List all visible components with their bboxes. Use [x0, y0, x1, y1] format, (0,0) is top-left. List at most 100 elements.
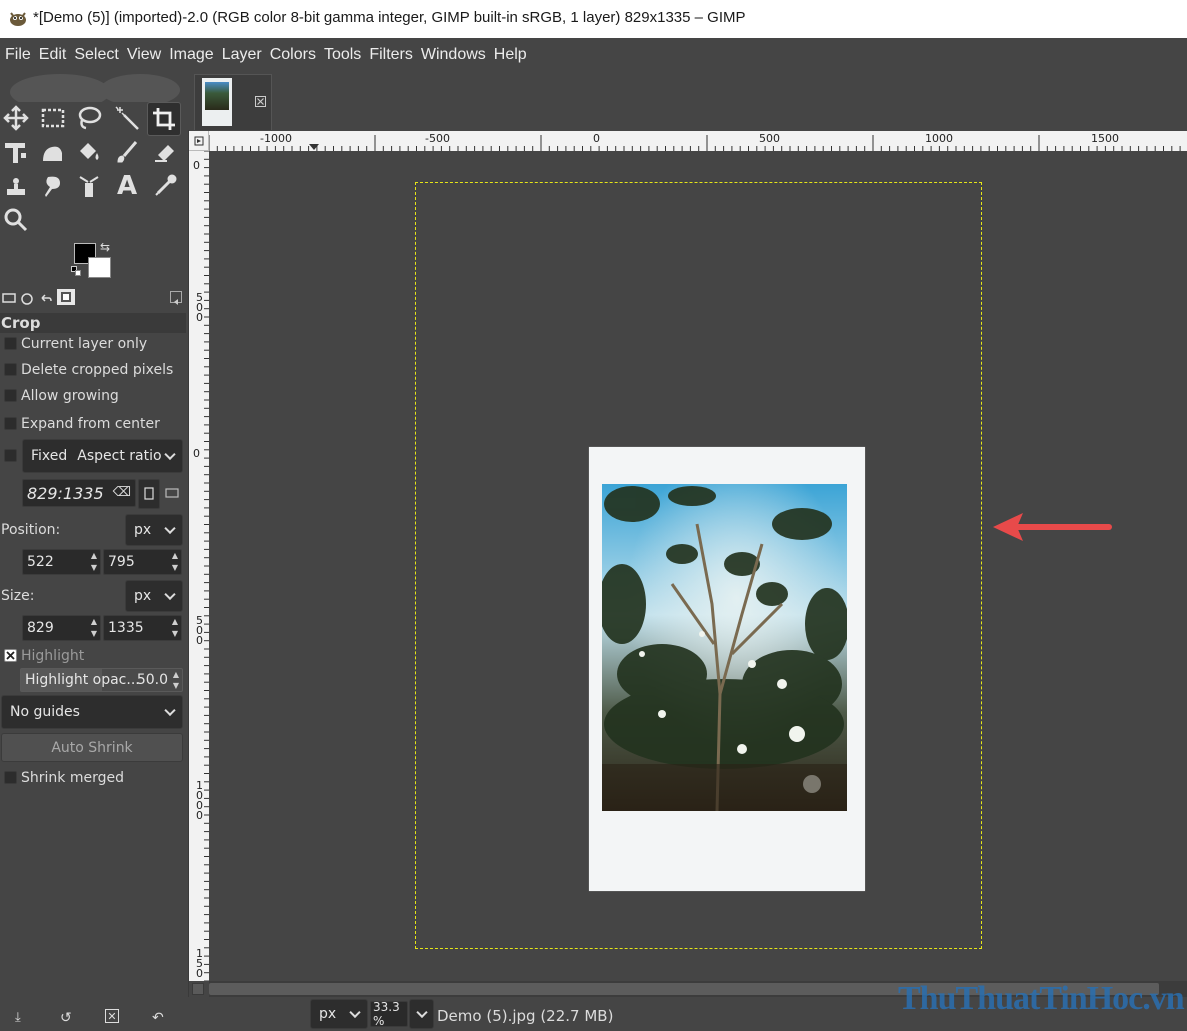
paintbrush-tool-icon[interactable] — [112, 137, 142, 167]
image-tab-demo[interactable] — [194, 74, 272, 130]
highlight-checkbox[interactable] — [4, 649, 17, 662]
spin-arrows-icon[interactable]: ▲ ▼ — [169, 550, 181, 574]
menu-tools[interactable]: Tools — [323, 46, 367, 64]
tool-options-tab-icon[interactable] — [2, 290, 16, 304]
dock-tabs — [0, 288, 188, 308]
menu-select[interactable]: Select — [73, 46, 124, 64]
clone-tool-icon[interactable] — [1, 171, 31, 201]
delete-cropped-pixels-checkbox[interactable] — [4, 363, 17, 376]
crop-tool-icon[interactable] — [147, 102, 181, 136]
ruler-pointer-marker — [309, 144, 319, 150]
status-unit-dropdown[interactable]: px — [310, 999, 368, 1029]
auto-shrink-button[interactable]: Auto Shrink — [1, 733, 183, 762]
expand-from-center-checkbox[interactable] — [4, 417, 17, 430]
restore-options-icon[interactable]: ↺ — [60, 1010, 72, 1026]
fixed-mode-value: Aspect ratio — [77, 448, 162, 464]
smudge-tool-icon[interactable] — [38, 171, 68, 201]
vertical-ruler[interactable]: 0 500 0 500 1000 150 — [189, 151, 209, 981]
size-unit-dropdown[interactable]: px — [125, 580, 183, 612]
position-x-input[interactable]: 522 ▲ ▼ — [22, 549, 101, 575]
status-unit-value: px — [319, 1006, 337, 1022]
zoom-tool-icon[interactable] — [1, 205, 31, 235]
annotation-arrow-icon — [993, 513, 1112, 541]
clear-icon[interactable]: ⌫ — [113, 485, 131, 500]
size-height-value: 1335 — [108, 620, 144, 636]
landscape-button[interactable] — [162, 479, 184, 509]
position-label: Position: — [1, 522, 61, 538]
delete-options-icon[interactable]: ✕ — [105, 1009, 119, 1023]
aspect-ratio-value: 829:1335 — [27, 483, 104, 503]
zoom-value: 33.3 % — [373, 1000, 400, 1028]
image-polaroid-frame — [589, 447, 865, 891]
window-title-bar: *[Demo (5)] (imported)-2.0 (RGB color 8-… — [0, 0, 1187, 38]
size-height-input[interactable]: 1335 ▲ ▼ — [103, 615, 182, 641]
dock-menu-icon[interactable] — [170, 291, 182, 305]
highlight-opacity-slider[interactable]: Highlight opac... 50.0 ▲ ▼ — [20, 668, 183, 692]
navigate-button[interactable] — [192, 983, 204, 995]
color-picker-tool-icon[interactable] — [150, 171, 180, 201]
default-colors-icon[interactable] — [71, 266, 81, 276]
close-tab-icon[interactable] — [255, 96, 266, 107]
zoom-dropdown[interactable] — [409, 999, 434, 1029]
position-unit-value: px — [134, 522, 152, 538]
chevron-down-icon — [164, 704, 176, 717]
highlight-opacity-label: Highlight opac... — [25, 672, 140, 688]
image-canvas[interactable] — [209, 151, 1187, 981]
background-color-swatch[interactable] — [88, 257, 111, 278]
images-tab-icon[interactable] — [57, 289, 75, 305]
reset-options-icon[interactable]: ↶ — [152, 1010, 164, 1026]
window-title: *[Demo (5)] (imported)-2.0 (RGB color 8-… — [33, 9, 746, 26]
portrait-button[interactable] — [138, 479, 160, 509]
rect-select-tool-icon[interactable] — [38, 103, 68, 133]
menu-file[interactable]: File — [4, 46, 37, 64]
unified-transform-tool-icon[interactable] — [1, 137, 31, 167]
fixed-mode-dropdown[interactable]: Fixed Aspect ratio — [22, 439, 183, 473]
chevron-down-icon — [164, 588, 176, 601]
text-tool-icon[interactable]: A — [112, 171, 142, 201]
current-layer-only-checkbox[interactable] — [4, 337, 17, 350]
horizontal-ruler[interactable]: -1000 -500 0 500 1000 1500 — [209, 131, 1187, 151]
menu-windows[interactable]: Windows — [420, 46, 492, 64]
swap-colors-icon[interactable]: ⇆ — [100, 240, 110, 254]
warp-transform-tool-icon[interactable] — [38, 137, 68, 167]
menu-help[interactable]: Help — [493, 46, 533, 64]
spin-arrows-icon[interactable]: ▲ ▼ — [88, 550, 100, 574]
free-select-tool-icon[interactable] — [74, 103, 104, 133]
paths-tool-icon[interactable] — [74, 171, 104, 201]
ruler-v-label: 1000 — [193, 779, 206, 819]
menu-filters[interactable]: Filters — [368, 46, 419, 64]
image-tab-thumbnail — [202, 78, 232, 126]
aspect-ratio-input[interactable]: 829:1335 ⌫ — [22, 479, 136, 507]
spin-arrows-icon[interactable]: ▲ ▼ — [169, 616, 181, 640]
move-tool-icon[interactable] — [1, 103, 31, 133]
fixed-checkbox[interactable] — [4, 449, 17, 462]
ruler-v-label: 0 — [193, 159, 200, 172]
guides-value: No guides — [10, 704, 80, 720]
menu-colors[interactable]: Colors — [269, 46, 322, 64]
spin-arrows-icon[interactable]: ▲ ▼ — [88, 616, 100, 640]
ruler-corner-menu[interactable] — [189, 131, 209, 151]
watermark-logo: ThuThuatTinHoc.vn — [898, 980, 1185, 1018]
allow-growing-checkbox[interactable] — [4, 389, 17, 402]
size-unit-value: px — [134, 588, 152, 604]
position-unit-dropdown[interactable]: px — [125, 514, 183, 546]
bucket-fill-tool-icon[interactable] — [74, 137, 104, 167]
zoom-input[interactable]: 33.3 % — [370, 1000, 408, 1028]
size-width-input[interactable]: 829 ▲ ▼ — [22, 615, 101, 641]
spin-arrows-icon[interactable]: ▲ ▼ — [170, 669, 182, 691]
fuzzy-select-tool-icon[interactable] — [112, 103, 142, 133]
guides-dropdown[interactable]: No guides — [1, 695, 183, 729]
ruler-h-label: 1000 — [925, 132, 953, 145]
menu-view[interactable]: View — [126, 46, 167, 64]
shrink-merged-checkbox[interactable] — [4, 771, 17, 784]
chevron-down-icon — [349, 1006, 361, 1019]
save-options-icon[interactable]: ⤓ — [15, 1010, 21, 1025]
undo-history-tab-icon[interactable] — [39, 290, 53, 304]
device-status-tab-icon[interactable] — [20, 290, 34, 305]
menu-image[interactable]: Image — [168, 46, 219, 64]
position-y-input[interactable]: 795 ▲ ▼ — [103, 549, 182, 575]
ruler-v-label: 500 — [193, 614, 206, 644]
eraser-tool-icon[interactable] — [150, 137, 180, 167]
menu-edit[interactable]: Edit — [38, 46, 73, 64]
menu-layer[interactable]: Layer — [221, 46, 268, 64]
